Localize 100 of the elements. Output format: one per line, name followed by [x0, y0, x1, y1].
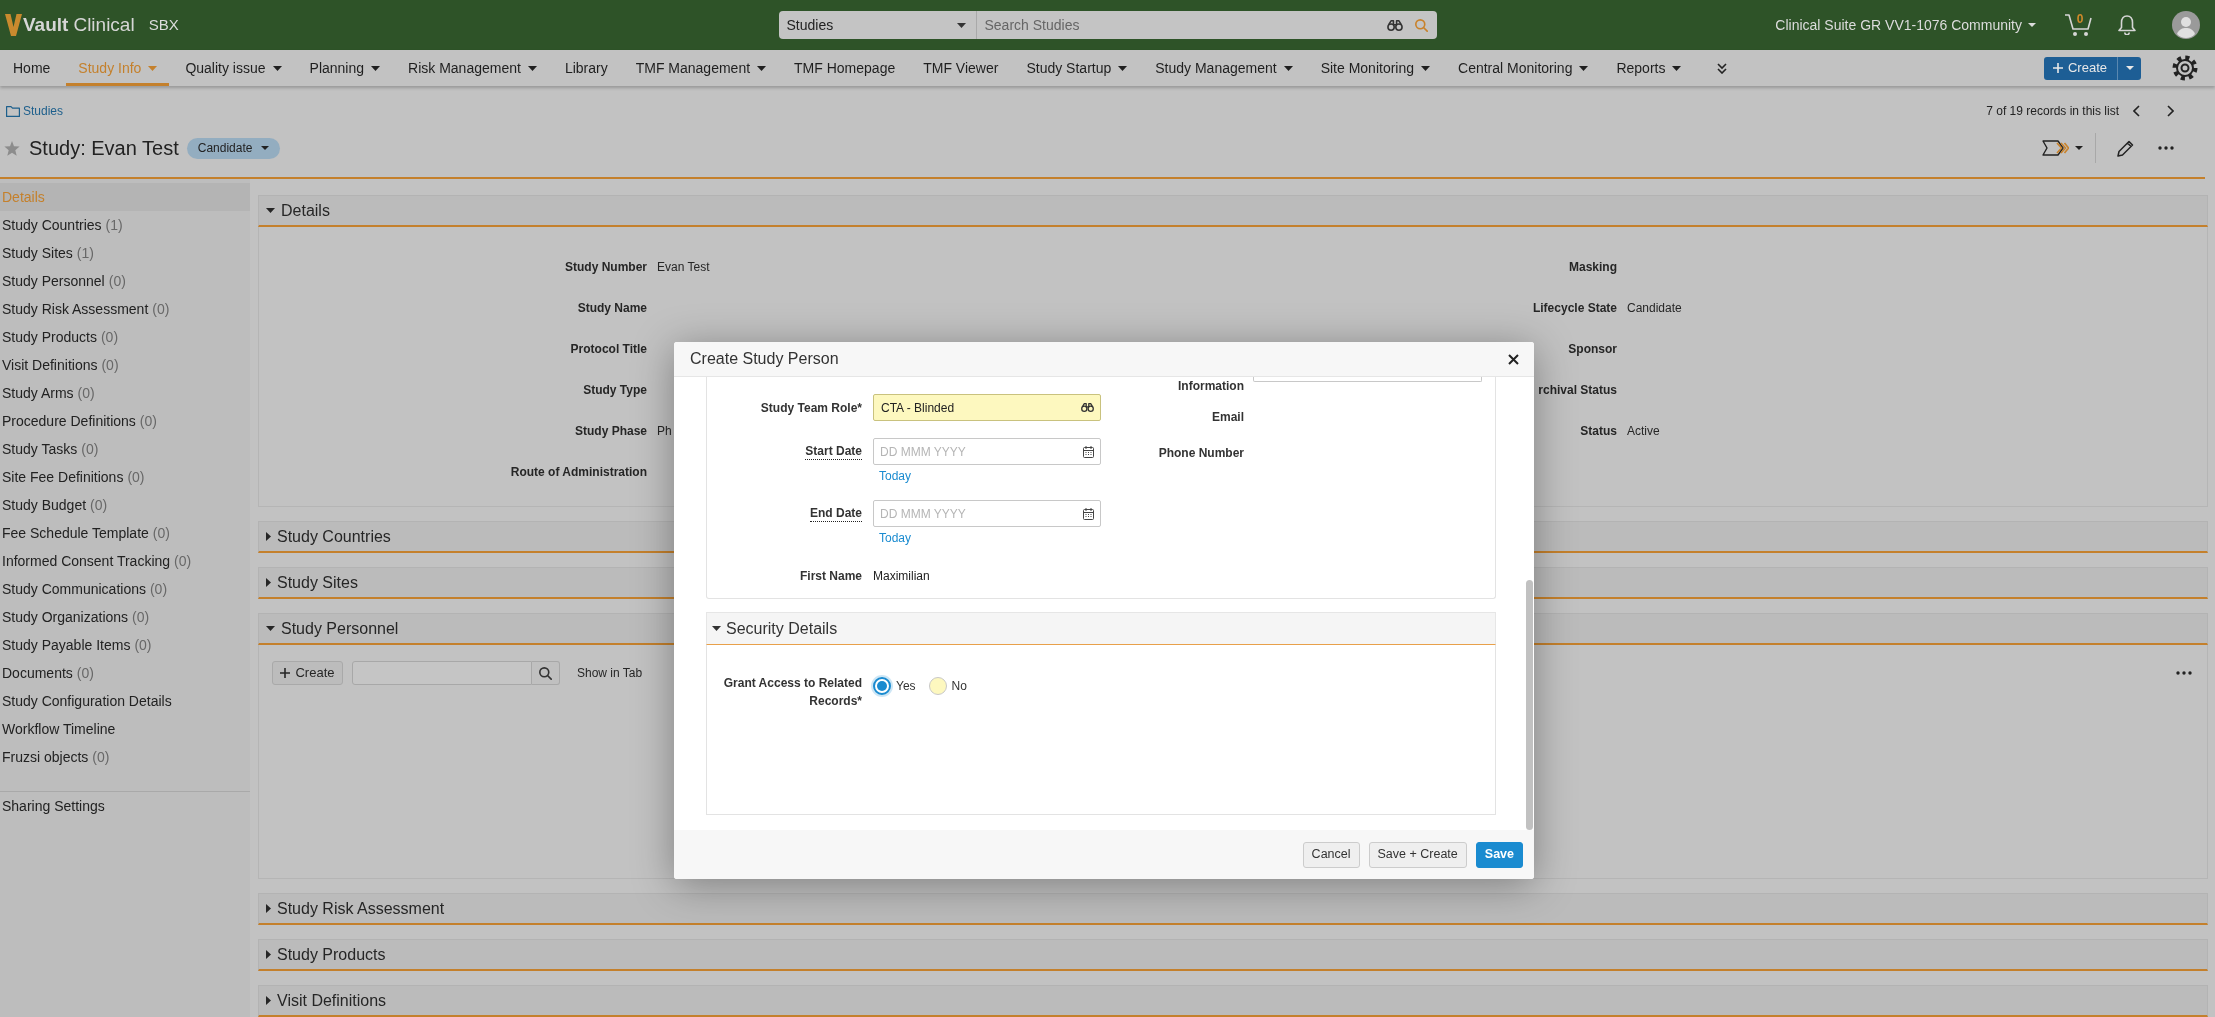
show-in-tab-label: Show in Tab [577, 665, 643, 682]
search-field[interactable]: Search Studies [975, 11, 1437, 39]
binoculars-icon[interactable] [1386, 19, 1403, 31]
nav-tab[interactable]: TMF Homepage [782, 50, 908, 86]
folder-icon [6, 105, 20, 117]
sidebar-item[interactable]: Informed Consent Tracking (0) [0, 547, 250, 575]
sidebar-item[interactable]: Study Tasks (0) [0, 435, 250, 463]
section-title[interactable]: Study Countries [277, 524, 391, 549]
item-count: (0) [81, 439, 99, 459]
settings-icon[interactable] [2172, 55, 2198, 81]
sidebar-item[interactable]: Study Products (0) [0, 323, 250, 351]
star-icon[interactable] [4, 140, 20, 156]
date-field[interactable]: DD MMM YYYY [873, 438, 1101, 465]
item-count: (0) [101, 355, 119, 375]
today-link[interactable]: Today [879, 531, 912, 545]
lookup-field[interactable]: CTA - Blinded [873, 394, 1101, 421]
item-count: (0) [92, 747, 110, 767]
avatar-icon[interactable] [2172, 11, 2200, 39]
section-title[interactable]: Security Details [726, 616, 838, 641]
nav-tab[interactable]: Study Management [1143, 50, 1305, 86]
nav-tab[interactable]: TMF Management [623, 50, 779, 86]
calendar-icon[interactable] [1083, 507, 1094, 520]
nav-tab[interactable]: Site Monitoring [1308, 50, 1443, 86]
create-button[interactable]: Create [2043, 56, 2117, 80]
nav-tab[interactable]: Reports [1604, 50, 1694, 86]
sidebar-item[interactable]: Study Sites (1) [0, 239, 250, 267]
caret-icon [2028, 23, 2036, 27]
create-button[interactable]: Create [272, 661, 343, 685]
radio-label[interactable]: Yes [896, 677, 916, 695]
caret-icon [2125, 66, 2134, 70]
sidebar-item[interactable]: Study Personnel (0) [0, 267, 250, 295]
field-value: Maximilian [873, 567, 930, 585]
field-label: Study Phase [574, 422, 647, 440]
chevron-right-icon[interactable] [2167, 105, 2174, 117]
binoculars-icon[interactable] [1081, 403, 1094, 412]
nav-tab[interactable]: TMF Viewer [911, 50, 1011, 86]
more-icon[interactable] [2158, 146, 2174, 150]
sidebar-item[interactable]: Sharing Settings [0, 792, 250, 820]
calendar-icon[interactable] [1083, 445, 1094, 458]
section-title[interactable]: Study Sites [277, 570, 358, 595]
search-button[interactable] [532, 661, 560, 685]
nav-tab[interactable]: Study Startup [1014, 50, 1140, 86]
nav-tab[interactable]: Quality issue [173, 50, 294, 86]
section-title[interactable]: Visit Definitions [277, 988, 387, 1013]
item-count: (0) [127, 467, 145, 487]
dialog-button[interactable]: Cancel [1302, 841, 1360, 868]
radio-label[interactable]: No [951, 677, 967, 695]
sidebar-item[interactable]: Site Fee Definitions (0) [0, 463, 250, 491]
item-count: (0) [100, 327, 119, 347]
nav-tab[interactable]: Central Monitoring [1446, 50, 1601, 86]
close-icon[interactable] [1508, 353, 1519, 365]
scope-dropdown[interactable]: Studies [778, 11, 976, 39]
field-label: First Name [799, 568, 862, 583]
sidebar-item[interactable]: Study Risk Assessment (0) [0, 295, 250, 323]
pencil-icon[interactable] [2117, 139, 2134, 157]
item-count: (0) [108, 271, 126, 291]
field-label: Study Team Role* [760, 400, 862, 415]
sidebar-item[interactable]: Study Organizations (0) [0, 603, 250, 631]
item-count: (0) [152, 299, 170, 319]
section-title[interactable]: Study Products [277, 942, 386, 967]
sidebar-item[interactable]: Fruzsi objects (0) [0, 743, 250, 771]
date-field[interactable]: DD MMM YYYY [873, 500, 1101, 527]
dialog-button[interactable]: Save [1475, 841, 1523, 868]
search-field[interactable] [352, 661, 532, 685]
sidebar-item[interactable]: Study Configuration Details [0, 687, 250, 715]
today-link[interactable]: Today [879, 469, 912, 483]
radio-button[interactable] [873, 677, 891, 695]
section-title[interactable]: Details [281, 198, 330, 223]
item-count: (1) [76, 243, 94, 263]
sidebar-item[interactable]: Study Budget (0) [0, 491, 250, 519]
sidebar-item[interactable]: Study Arms (0) [0, 379, 250, 407]
nav-tab[interactable]: Risk Management [396, 50, 549, 86]
sidebar-item[interactable]: Fee Schedule Template (0) [0, 519, 250, 547]
radio-button[interactable] [928, 677, 947, 695]
breadcrumb-link[interactable]: Studies [23, 102, 64, 120]
more-icon[interactable] [2176, 671, 2192, 675]
field-label: rchival Status [1538, 381, 1617, 399]
nav-tab[interactable]: Library [552, 50, 620, 86]
sidebar-item[interactable]: Workflow Timeline [0, 715, 250, 743]
nav-tab[interactable]: Home [1, 50, 63, 86]
vault-menu[interactable]: Clinical Suite GR VV1-1076 Community [1775, 14, 2036, 36]
item-count: (0) [90, 495, 108, 515]
input-field[interactable] [1253, 377, 1482, 382]
chevron-left-icon[interactable] [2133, 105, 2140, 117]
create-menu-button[interactable] [2117, 56, 2141, 80]
sidebar-item[interactable]: Study Communications (0) [0, 575, 250, 603]
sidebar-item[interactable]: Study Countries (1) [0, 211, 250, 239]
bell-icon[interactable] [2118, 15, 2136, 35]
dialog-button[interactable]: Save + Create [1368, 841, 1467, 868]
double-chevron-icon[interactable] [1717, 62, 1728, 74]
section-title[interactable]: Study Risk Assessment [277, 896, 445, 921]
state-badge[interactable]: Candidate [186, 137, 281, 159]
chevron-tag-icon[interactable] [2042, 140, 2069, 156]
sidebar-item[interactable]: Visit Definitions (0) [0, 351, 250, 379]
sidebar-item[interactable]: Procedure Definitions (0) [0, 407, 250, 435]
nav-tab[interactable]: Planning [297, 50, 393, 86]
section-title[interactable]: Study Personnel [281, 616, 399, 641]
sidebar-item[interactable]: Study Payable Items (0) [0, 631, 250, 659]
scrollbar-thumb[interactable] [1526, 580, 1533, 830]
sidebar-item[interactable]: Documents (0) [0, 659, 250, 687]
